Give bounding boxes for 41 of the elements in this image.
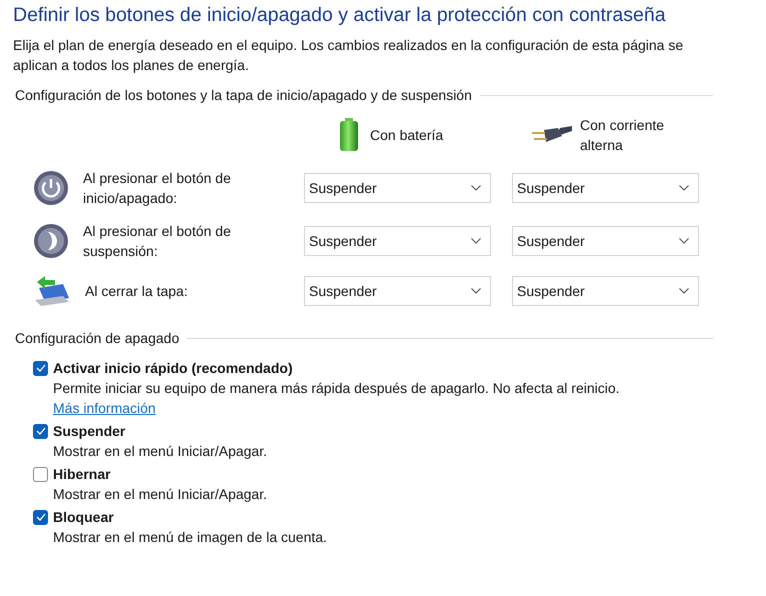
chevron-down-icon <box>471 288 481 294</box>
section-heading: Configuración de apagado <box>15 330 180 346</box>
dropdown[interactable]: Suspender <box>512 276 699 306</box>
option-label: Hibernar <box>53 466 111 482</box>
chevron-down-icon <box>471 185 481 191</box>
checkbox[interactable] <box>33 466 48 482</box>
checkbox[interactable] <box>33 510 48 524</box>
laptop-icon <box>33 274 71 308</box>
chevron-down-icon <box>679 288 689 294</box>
option-label: Bloquear <box>53 509 114 525</box>
check-icon <box>36 513 46 521</box>
check-icon <box>36 427 46 435</box>
chevron-down-icon <box>679 238 689 244</box>
section-heading: Configuración de los botones y la tapa de inicio/apagado y de suspensión <box>15 87 472 103</box>
dropdown[interactable]: Suspender <box>512 226 699 256</box>
moon-icon <box>33 223 69 259</box>
option-description: Mostrar en el menú Iniciar/Apagar. <box>53 485 268 504</box>
page-title: Definir los botones de inicio/apagado y activar la protección con contraseña <box>13 4 667 27</box>
chevron-down-icon <box>471 238 481 244</box>
intro-text: Elija el plan de energía deseado en el equipo. Los cambios realizados en la configuración de esta página se aplican a todos los planes de energía. <box>13 36 684 75</box>
dropdown[interactable]: Suspender <box>304 173 491 203</box>
row-label: Al presionar el botón de suspensión: <box>83 222 232 261</box>
power-icon <box>33 170 69 206</box>
column-label: Con corriente alterna <box>580 116 666 155</box>
dropdown[interactable]: Suspender <box>304 276 491 306</box>
row-label: Al presionar el botón de inicio/apagado: <box>83 169 232 208</box>
option-label: Activar inicio rápido (recomendado) <box>53 360 293 376</box>
check-icon <box>36 364 46 372</box>
column-label: Con batería <box>370 126 444 145</box>
option-description: Permite iniciar su equipo de manera más rápida después de apagarlo. No afecta al reinicio. Más información <box>53 379 621 418</box>
chevron-down-icon <box>679 185 689 191</box>
more-info-link[interactable]: Más información <box>53 400 156 416</box>
battery-icon <box>338 118 360 152</box>
option-label: Suspender <box>53 423 126 439</box>
row-label: Al cerrar la tapa: <box>85 282 189 301</box>
dropdown[interactable]: Suspender <box>512 173 699 203</box>
checkbox[interactable] <box>33 360 48 376</box>
checkbox[interactable] <box>33 424 48 438</box>
dropdown[interactable]: Suspender <box>304 226 491 256</box>
option-description: Mostrar en el menú de imagen de la cuenta. <box>53 528 328 547</box>
option-description: Mostrar en el menú Iniciar/Apagar. <box>53 442 268 461</box>
